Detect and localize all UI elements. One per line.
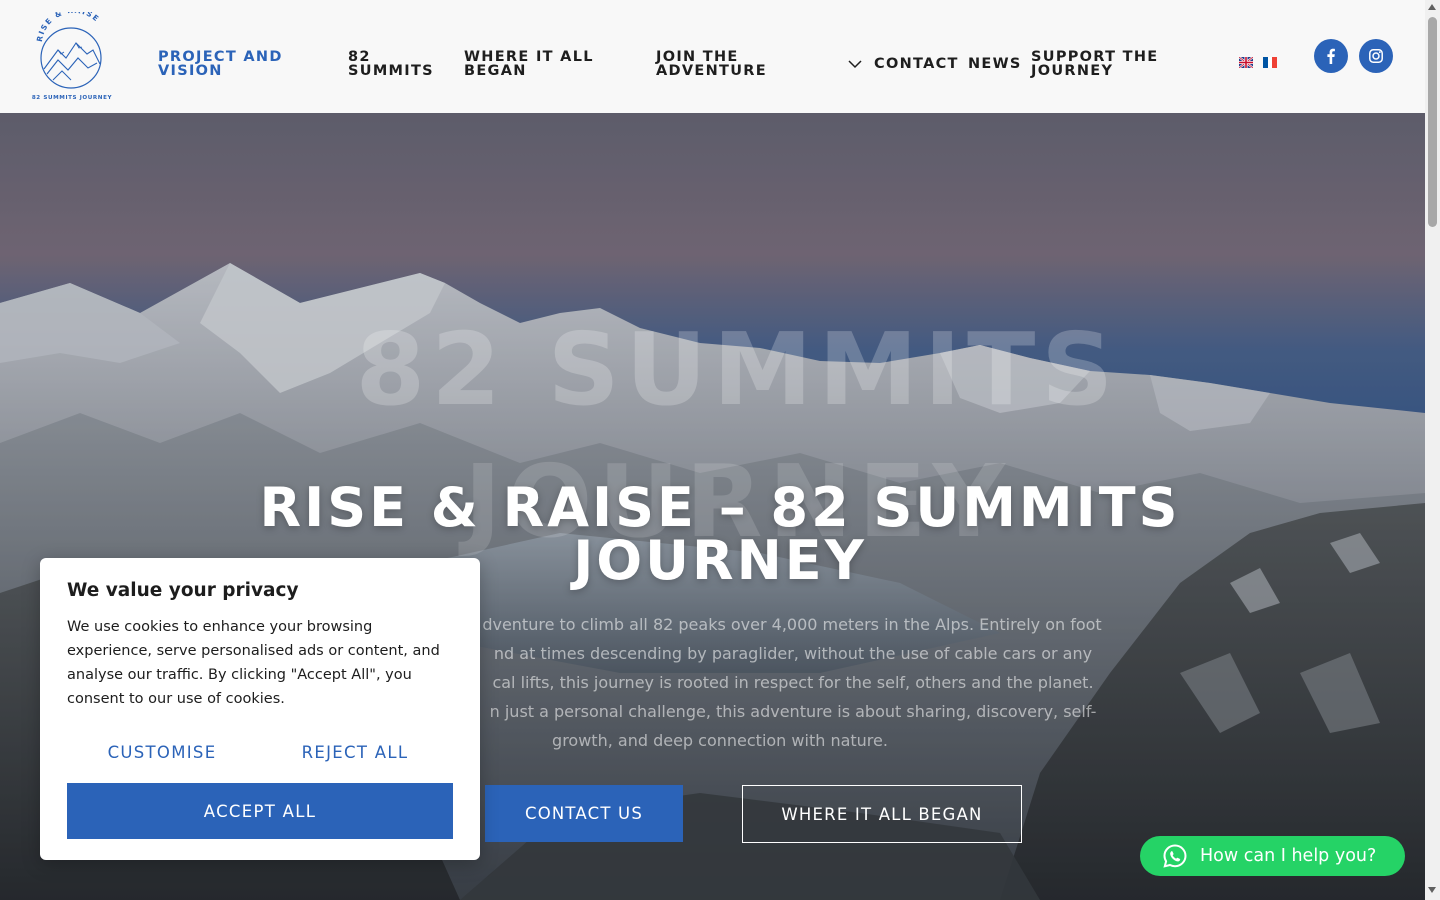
nav-contact[interactable]: CONTACT <box>874 57 959 72</box>
accept-all-button[interactable]: ACCEPT ALL <box>67 783 453 839</box>
chevron-down-icon[interactable] <box>847 58 863 70</box>
nav-where-it-all-began[interactable]: WHERE IT ALL BEGAN <box>464 50 634 79</box>
svg-text:RISE & RAISE: RISE & RAISE <box>35 12 101 42</box>
reject-all-button[interactable]: REJECT ALL <box>260 743 450 765</box>
facebook-icon <box>1327 48 1335 64</box>
site-header: RISE & RAISE 82 SUMMITS JOURNEY PROJECT … <box>0 0 1425 113</box>
scrollbar-thumb[interactable] <box>1428 17 1437 227</box>
whatsapp-chat-button[interactable]: How can I help you? <box>1140 836 1405 876</box>
scroll-up-arrow-icon[interactable] <box>1428 4 1436 10</box>
instagram-button[interactable] <box>1359 39 1393 73</box>
customise-button[interactable]: CUSTOMISE <box>67 743 257 765</box>
cookie-consent-banner: We value your privacy We use cookies to … <box>40 558 480 860</box>
france-flag-icon[interactable] <box>1263 57 1277 68</box>
cookie-banner-title: We value your privacy <box>67 580 299 601</box>
instagram-icon <box>1369 49 1383 63</box>
nav-support-the-journey[interactable]: SUPPORT THE JOURNEY <box>1031 50 1191 79</box>
site-logo[interactable]: RISE & RAISE 82 SUMMITS JOURNEY <box>26 6 118 102</box>
where-it-all-began-button[interactable]: WHERE IT ALL BEGAN <box>742 785 1022 843</box>
whatsapp-icon <box>1162 843 1188 869</box>
uk-flag-icon[interactable] <box>1239 57 1253 68</box>
page-scrollbar[interactable] <box>1425 0 1440 900</box>
whatsapp-chat-label: How can I help you? <box>1200 846 1377 866</box>
logo-arc-text: RISE & RAISE <box>35 6 100 43</box>
nav-join-the-adventure[interactable]: JOIN THE ADVENTURE <box>656 50 796 79</box>
contact-us-button[interactable]: CONTACT US <box>485 785 683 842</box>
nav-project-and-vision[interactable]: PROJECT AND VISION <box>158 50 328 79</box>
hero-background-text-1: 82 SUMMITS <box>355 311 1120 428</box>
scroll-down-arrow-icon[interactable] <box>1428 887 1436 893</box>
nav-82-summits[interactable]: 82 SUMMITS <box>348 50 443 79</box>
nav-news[interactable]: NEWS <box>968 57 1022 72</box>
logo-caption: 82 SUMMITS JOURNEY <box>32 95 113 101</box>
facebook-button[interactable] <box>1314 39 1348 73</box>
cookie-banner-text: We use cookies to enhance your browsing … <box>67 619 440 707</box>
